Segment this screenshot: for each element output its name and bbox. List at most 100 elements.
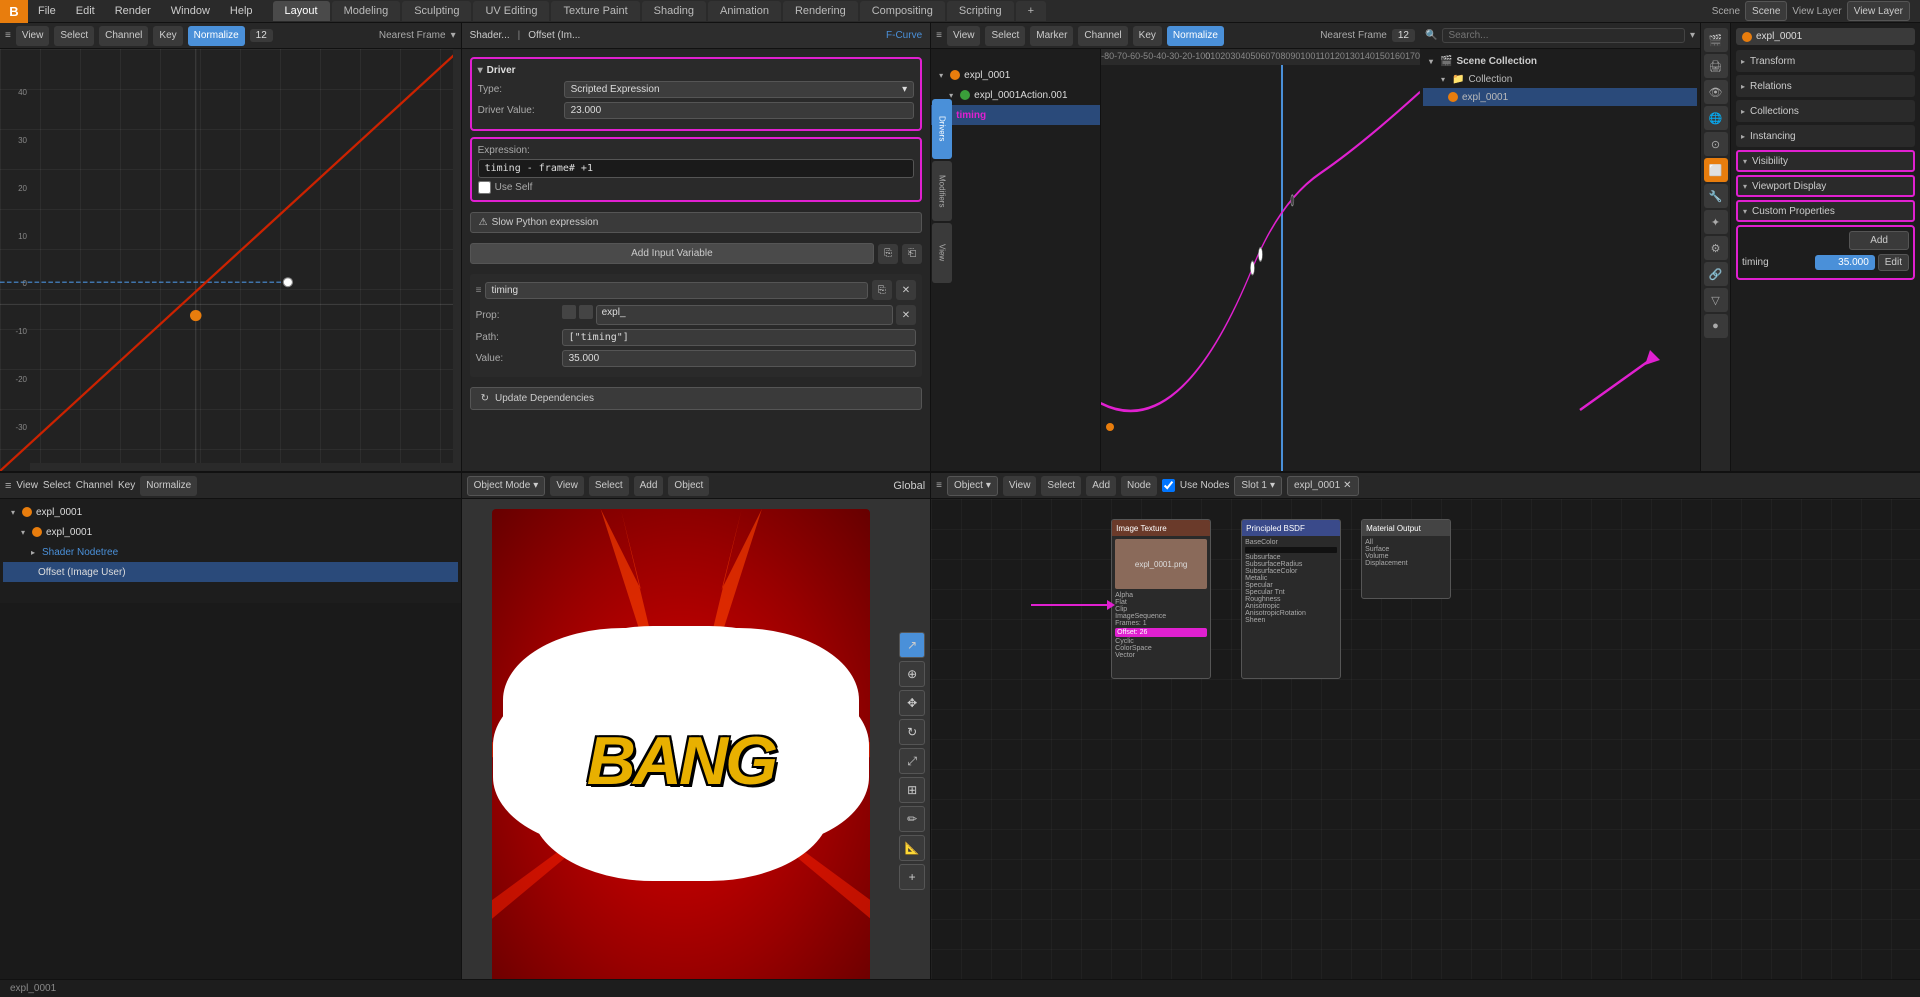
custom-props-header[interactable]: ▾ Custom Properties xyxy=(1736,200,1915,222)
collections-header[interactable]: ▸ Collections xyxy=(1736,100,1915,122)
visibility-header[interactable]: ▾ Visibility xyxy=(1736,150,1915,172)
node-select-btn[interactable]: Select xyxy=(1041,476,1081,496)
expression-input[interactable] xyxy=(478,159,915,178)
menu-edit[interactable]: Edit xyxy=(66,0,105,23)
tab-shading[interactable]: Shading xyxy=(642,1,706,21)
props-particles-icon[interactable]: ✦ xyxy=(1704,210,1728,234)
normalize-btn-bottom[interactable]: Normalize xyxy=(140,476,197,496)
viewport-object-btn[interactable]: Object xyxy=(668,476,709,496)
node-type-dropdown[interactable]: Object ▾ xyxy=(947,476,998,496)
var-name-field[interactable]: timing xyxy=(485,282,867,299)
object-name-label[interactable]: expl_0001 xyxy=(1756,31,1802,42)
anim-channel-btn[interactable]: Channel xyxy=(1078,26,1127,46)
node-image-texture[interactable]: Image Texture expl_0001.png Alpha Flat C… xyxy=(1111,519,1211,679)
track-expl[interactable]: ▾ expl_0001 xyxy=(931,65,1100,85)
props-render-icon[interactable]: 🎬 xyxy=(1704,28,1728,52)
scene-collection-item[interactable]: ▾ 🎬 Scene Collection xyxy=(1423,52,1697,70)
var-del-btn[interactable]: ✕ xyxy=(896,280,916,300)
add-input-btn[interactable]: Add Input Variable xyxy=(470,243,875,264)
tab-compositing[interactable]: Compositing xyxy=(860,1,945,21)
transform-header[interactable]: ▸ Transform xyxy=(1736,50,1915,72)
props-world-icon[interactable]: ⊙ xyxy=(1704,132,1728,156)
node-principled[interactable]: Principled BSDF BaseColor Subsurface Sub… xyxy=(1241,519,1341,679)
props-scene-icon[interactable]: 🌐 xyxy=(1704,106,1728,130)
anim-key-btn[interactable]: Key xyxy=(1133,26,1162,46)
transform-tool-btn[interactable]: ⊞ xyxy=(899,777,925,803)
side-tab-view[interactable]: View xyxy=(932,223,952,283)
viewport-select-btn[interactable]: Select xyxy=(589,476,629,496)
tab-add[interactable]: + xyxy=(1016,1,1046,21)
curve-area[interactable] xyxy=(1101,65,1420,471)
frame-num-anim[interactable]: 12 xyxy=(1392,29,1415,42)
copy-var-btn[interactable]: ⎘ xyxy=(878,244,898,264)
object-mode-dropdown[interactable]: Object Mode ▾ xyxy=(467,476,546,496)
graph-key-btn[interactable]: Key xyxy=(153,26,182,46)
update-deps-btn[interactable]: ↻ Update Dependencies xyxy=(470,387,923,410)
measure-tool-btn[interactable]: 📐 xyxy=(899,835,925,861)
viewport-view-btn[interactable]: View xyxy=(550,476,584,496)
tab-layout[interactable]: Layout xyxy=(273,1,330,21)
graph-canvas[interactable]: 40 30 20 10 0 -10 -20 -30 xyxy=(0,49,461,471)
app-logo[interactable]: B xyxy=(0,0,28,23)
tab-scripting[interactable]: Scripting xyxy=(947,1,1014,21)
rotate-tool-btn[interactable]: ↻ xyxy=(899,719,925,745)
expl-item-right[interactable]: expl_0001 xyxy=(1423,88,1697,106)
outliner-item-3[interactable]: Offset (Image User) xyxy=(3,562,458,582)
use-nodes-checkbox[interactable] xyxy=(1162,479,1175,492)
offset-btn[interactable]: Offset (Im... xyxy=(528,30,580,41)
menu-help[interactable]: Help xyxy=(220,0,263,23)
tab-modeling[interactable]: Modeling xyxy=(332,1,401,21)
viewport-display-header[interactable]: ▾ Viewport Display xyxy=(1736,175,1915,197)
props-view-icon[interactable]: 👁 xyxy=(1704,80,1728,104)
viewport-add-btn[interactable]: Add xyxy=(634,476,664,496)
filter-icon[interactable]: ▾ xyxy=(1690,30,1695,41)
anim-normalize-btn[interactable]: Normalize xyxy=(1167,26,1224,46)
annotate-tool-btn[interactable]: ✏ xyxy=(899,806,925,832)
tab-rendering[interactable]: Rendering xyxy=(783,1,858,21)
node-canvas[interactable]: Image Texture expl_0001.png Alpha Flat C… xyxy=(931,499,1920,997)
datablock-dropdown[interactable]: expl_0001 ✕ xyxy=(1287,476,1359,496)
slot-dropdown[interactable]: Slot 1 ▾ xyxy=(1234,476,1282,496)
shader-btn[interactable]: Shader... xyxy=(470,30,510,41)
tab-sculpting[interactable]: Sculpting xyxy=(402,1,471,21)
paste-var-btn[interactable]: ⎗ xyxy=(902,244,922,264)
props-output-icon[interactable]: 🖨 xyxy=(1704,54,1728,78)
slow-python-btn[interactable]: ⚠ Slow Python expression xyxy=(470,212,923,233)
timeline-ruler-area[interactable]: -80 -70 -60 -50 -40 -30 -20 -10 0 10 20 … xyxy=(1101,49,1420,471)
scene-dropdown[interactable]: Scene xyxy=(1745,1,1787,21)
graph-normalize-btn[interactable]: Normalize xyxy=(188,26,245,46)
anim-select-btn[interactable]: Select xyxy=(985,26,1025,46)
type-dropdown[interactable]: Scripted Expression ▾ xyxy=(564,81,915,98)
path-value[interactable]: ["timing"] xyxy=(562,329,917,346)
graph-channel-btn[interactable]: Channel xyxy=(99,26,148,46)
graph-view-btn[interactable]: View xyxy=(16,26,50,46)
timing-edit-btn[interactable]: Edit xyxy=(1878,254,1909,271)
anim-view-btn[interactable]: View xyxy=(947,26,981,46)
props-constraint-icon[interactable]: 🔗 xyxy=(1704,262,1728,286)
tab-animation[interactable]: Animation xyxy=(708,1,781,21)
props-data-icon[interactable]: ▽ xyxy=(1704,288,1728,312)
menu-file[interactable]: File xyxy=(28,0,66,23)
instancing-header[interactable]: ▸ Instancing xyxy=(1736,125,1915,147)
timing-prop-value[interactable]: 35.000 xyxy=(1815,255,1875,270)
outliner-item-1[interactable]: ▾ expl_0001 xyxy=(3,522,458,542)
outliner-search-input[interactable] xyxy=(1442,28,1685,43)
node-view-btn[interactable]: View xyxy=(1003,476,1037,496)
add-obj-btn[interactable]: + xyxy=(899,864,925,890)
menu-render[interactable]: Render xyxy=(105,0,161,23)
props-object-icon[interactable]: ⬜ xyxy=(1704,158,1728,182)
track-timing[interactable]: timing xyxy=(931,105,1100,125)
prop-value[interactable]: expl_ xyxy=(596,305,893,325)
collection-item[interactable]: ▾ 📁 Collection xyxy=(1423,70,1697,88)
tab-texture-paint[interactable]: Texture Paint xyxy=(551,1,639,21)
view-layer-dropdown[interactable]: View Layer xyxy=(1847,1,1910,21)
viewport-content[interactable]: BANG ↗ ⊕ ✥ ↻ ⤢ ⊞ ✏ 📐 + xyxy=(462,499,931,997)
outliner-item-2[interactable]: ▸ Shader Nodetree xyxy=(3,542,458,562)
props-material-icon[interactable]: ● xyxy=(1704,314,1728,338)
graph-select-btn[interactable]: Select xyxy=(54,26,94,46)
select-tool-btn[interactable]: ↗ xyxy=(899,632,925,658)
var-copy-btn[interactable]: ⎘ xyxy=(872,280,892,300)
props-physics-icon[interactable]: ⚙ xyxy=(1704,236,1728,260)
side-tab-drivers[interactable]: Drivers xyxy=(932,99,952,159)
anim-marker-btn[interactable]: Marker xyxy=(1030,26,1073,46)
